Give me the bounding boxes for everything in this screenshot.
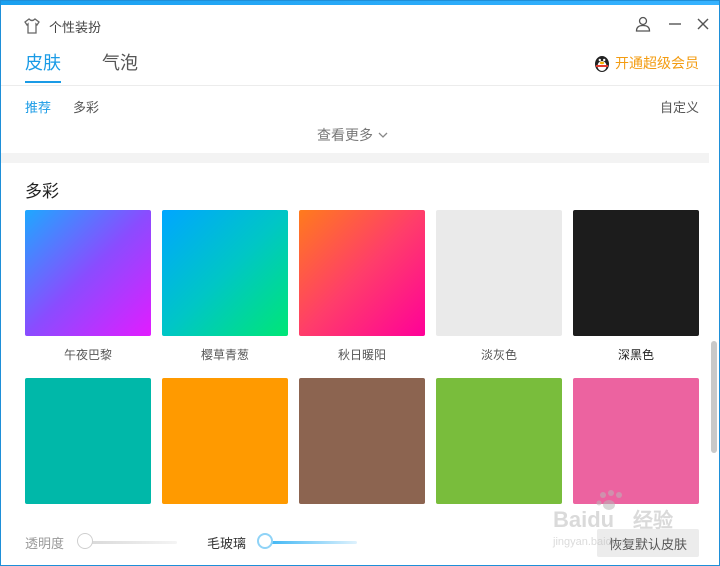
watermark-url: jingyan.baidu.com bbox=[552, 536, 642, 548]
user-icon bbox=[635, 16, 651, 32]
skin-swatch[interactable] bbox=[299, 210, 425, 336]
skin-swatch[interactable] bbox=[299, 378, 425, 504]
scrollbar-thumb[interactable] bbox=[711, 341, 717, 453]
opacity-label: 透明度 bbox=[25, 536, 65, 551]
skin-swatch-label: 午夜巴黎 bbox=[63, 348, 112, 362]
tab-bubble[interactable]: 气泡 bbox=[102, 49, 138, 75]
view-more-label: 查看更多 bbox=[317, 127, 373, 143]
skin-window: 个性装扮 皮肤 气泡 开通超级会员 推荐 多彩 自定义 查看更多 多彩 午夜巴黎… bbox=[0, 0, 720, 566]
skin-swatch-label: 樱草青葱 bbox=[200, 348, 249, 362]
vip-upgrade-link[interactable]: 开通超级会员 bbox=[593, 53, 699, 73]
frosted-glass-slider-track[interactable] bbox=[265, 541, 357, 544]
section-title: 多彩 bbox=[25, 182, 59, 201]
user-button[interactable] bbox=[633, 14, 653, 34]
skin-swatch[interactable] bbox=[436, 210, 562, 336]
frosted-glass-label: 毛玻璃 bbox=[207, 536, 247, 551]
sub-tabs: 推荐 多彩 自定义 bbox=[1, 97, 719, 119]
skin-swatch-label: 深黑色 bbox=[617, 348, 654, 362]
skin-swatch[interactable] bbox=[25, 378, 151, 504]
skin-swatch[interactable] bbox=[573, 210, 699, 336]
skin-swatch[interactable] bbox=[25, 210, 151, 336]
minimize-button[interactable] bbox=[665, 14, 685, 34]
skin-swatch[interactable] bbox=[573, 378, 699, 504]
active-tab-indicator bbox=[25, 81, 61, 83]
skin-swatch-label: 淡灰色 bbox=[480, 348, 517, 362]
window-title: 个性装扮 bbox=[49, 20, 102, 35]
close-button[interactable] bbox=[693, 14, 713, 34]
watermark-brand: Baidu bbox=[553, 507, 614, 532]
tabs-divider bbox=[1, 85, 719, 86]
qq-penguin-icon bbox=[595, 56, 609, 72]
close-icon bbox=[697, 18, 709, 30]
custom-skin-link[interactable]: 自定义 bbox=[660, 97, 699, 116]
watermark-cn: 经验 bbox=[633, 508, 673, 532]
opacity-slider-track[interactable] bbox=[85, 541, 177, 544]
tab-skin[interactable]: 皮肤 bbox=[25, 49, 61, 75]
tshirt-icon bbox=[24, 18, 40, 34]
frosted-glass-slider-knob[interactable] bbox=[257, 533, 273, 549]
opacity-slider-knob[interactable] bbox=[77, 533, 93, 549]
skin-swatch-label: 秋日暖阳 bbox=[337, 348, 386, 362]
main-tabs: 皮肤 气泡 开通超级会员 bbox=[1, 49, 719, 85]
title-bar: 个性装扮 bbox=[1, 5, 719, 43]
skin-swatch[interactable] bbox=[162, 210, 288, 336]
subtab-recommended[interactable]: 推荐 bbox=[25, 97, 51, 116]
view-more-button[interactable]: 查看更多 bbox=[317, 125, 389, 145]
section-separator bbox=[1, 153, 709, 163]
baidu-jingyan-watermark: Baidu 经验 jingyan.baidu.com bbox=[552, 490, 673, 548]
vip-upgrade-label: 开通超级会员 bbox=[615, 55, 699, 71]
subtab-colorful[interactable]: 多彩 bbox=[73, 97, 99, 116]
chevron-down-icon bbox=[378, 132, 388, 138]
skin-swatch[interactable] bbox=[162, 378, 288, 504]
skin-swatch[interactable] bbox=[436, 378, 562, 504]
minimize-icon bbox=[669, 23, 681, 25]
